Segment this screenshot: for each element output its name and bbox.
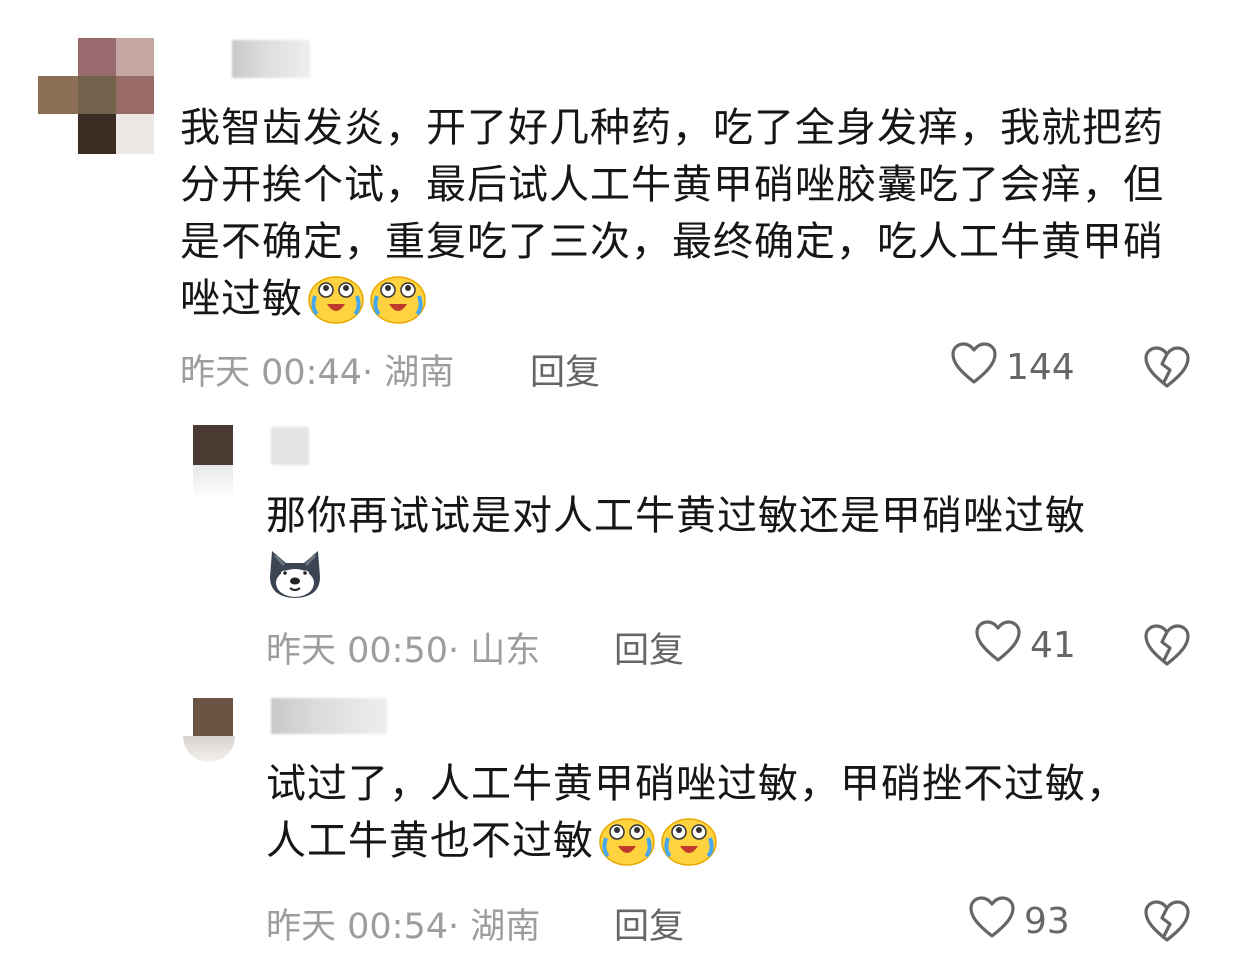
comment-meta: 昨天 00:50· 山东 回复 41 [266, 619, 1200, 671]
time-location: 昨天 00:44· 湖南 [180, 353, 455, 393]
broken-heart-icon [1143, 900, 1191, 953]
crying-laughing-emoji [369, 274, 427, 340]
reply-button[interactable]: 回复 [614, 898, 684, 949]
username[interactable] [271, 427, 309, 465]
heart-outline-icon [950, 341, 998, 394]
crying-laughing-emoji [307, 274, 365, 340]
like-button[interactable]: 93 [968, 895, 1070, 944]
comment-body: 那你再试试是对人工牛黄过敏还是甲硝唑过敏 [266, 493, 1086, 539]
like-count: 41 [1030, 624, 1076, 666]
reply-button[interactable]: 回复 [530, 344, 600, 395]
comment-meta: 昨天 00:54· 湖南 回复 93 [266, 895, 1200, 947]
reply-1: 那你再试试是对人工牛黄过敏还是甲硝唑过敏 昨天 00:50· 山东 回复 41 [0, 400, 1242, 690]
broken-heart-icon [1143, 346, 1191, 399]
comment-1: 我智齿发炎，开了好几种药，吃了全身发痒，我就把药分开挨个试，最后试人工牛黄甲硝唑… [0, 0, 1242, 400]
like-count: 93 [1024, 900, 1070, 942]
crying-laughing-emoji [598, 816, 656, 882]
broken-heart-icon [1143, 624, 1191, 677]
husky-dog-emoji [266, 545, 324, 617]
dislike-button[interactable] [1143, 622, 1191, 677]
comment-text: 我智齿发炎，开了好几种药，吃了全身发痒，我就把药分开挨个试，最后试人工牛黄甲硝唑… [180, 100, 1190, 340]
like-count: 144 [1006, 346, 1075, 388]
avatar[interactable] [193, 425, 233, 500]
time-location: 昨天 00:50· 山东 [266, 631, 541, 671]
heart-outline-icon [974, 619, 1022, 672]
dislike-button[interactable] [1143, 344, 1191, 399]
avatar[interactable] [183, 698, 235, 762]
comment-text: 那你再试试是对人工牛黄过敏还是甲硝唑过敏 [266, 488, 1196, 617]
like-button[interactable]: 41 [974, 619, 1076, 668]
avatar[interactable] [38, 38, 156, 156]
like-button[interactable]: 144 [950, 341, 1075, 390]
dislike-button[interactable] [1143, 898, 1191, 953]
heart-outline-icon [968, 895, 1016, 948]
comment-text: 试过了，人工牛黄甲硝唑过敏，甲硝挫不过敏，人工牛黄也不过敏 [266, 756, 1146, 882]
crying-laughing-emoji [660, 816, 718, 882]
reply-button[interactable]: 回复 [614, 622, 684, 673]
reply-2: 试过了，人工牛黄甲硝唑过敏，甲硝挫不过敏，人工牛黄也不过敏 昨天 00:54· … [0, 690, 1242, 969]
username[interactable] [271, 698, 387, 734]
comment-meta: 昨天 00:44· 湖南 回复 144 [180, 341, 1200, 393]
username[interactable] [232, 40, 310, 78]
time-location: 昨天 00:54· 湖南 [266, 907, 541, 947]
